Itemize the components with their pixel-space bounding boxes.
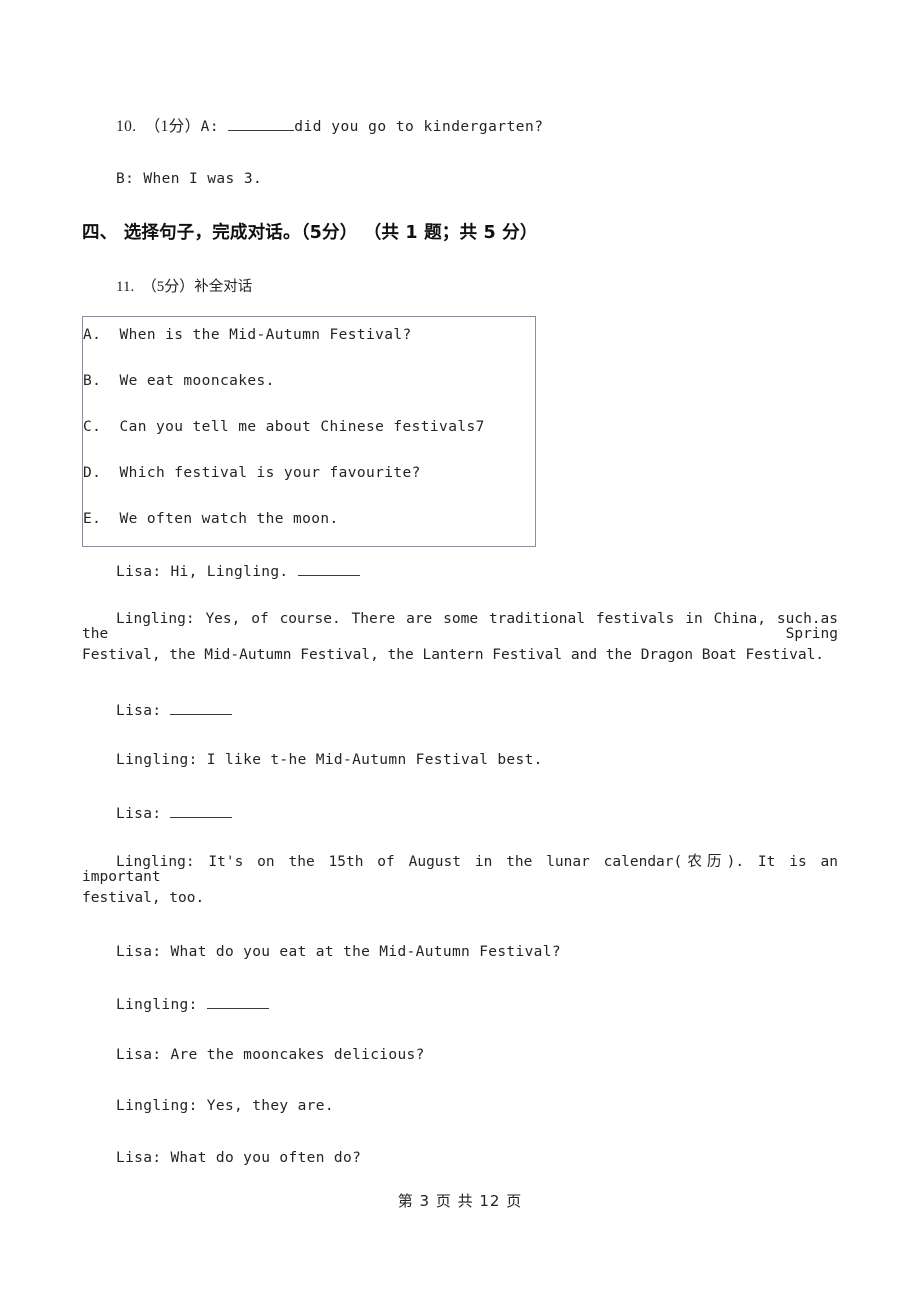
dialogue-line-3-text: Lisa: <box>116 703 171 719</box>
page-footer: 第 3 页 共 12 页 <box>397 1192 523 1210</box>
dialogue-line-5: Lisa: <box>116 804 233 822</box>
dialogue-line-1: Lisa: Hi, Lingling. <box>116 562 360 580</box>
dialogue-line-3: Lisa: <box>116 701 233 719</box>
option-b[interactable]: B. We eat mooncakes. <box>83 373 275 389</box>
dialogue-blank-2[interactable] <box>170 701 233 715</box>
dialogue-line-6b: festival, too. <box>82 890 205 906</box>
question-10-line: 10. （1分）A: did you go to kindergarten? <box>116 117 544 135</box>
question-10-marks: （1分） <box>152 118 201 135</box>
question-10-answer-blank[interactable] <box>228 117 295 131</box>
dialogue-line-1-text: Lisa: Hi, Lingling. <box>116 564 298 580</box>
dialogue-line-11: Lisa: What do you often do? <box>116 1150 362 1166</box>
dialogue-line-6a: Lingling: It's on the 15th of August in … <box>82 854 847 885</box>
question-11-spacer <box>134 279 149 295</box>
dialogue-line-9: Lisa: Are the mooncakes delicious? <box>116 1047 425 1063</box>
question-11-line: 11. （5分）补全对话 <box>116 275 252 296</box>
section-heading-four: 四、 选择句子，完成对话。（5分） （共 1 题；共 5 分） <box>82 223 538 243</box>
option-e[interactable]: E. We often watch the moon. <box>83 511 339 527</box>
dialogue-line-2a: Lingling: Yes, of course. There are some… <box>82 611 847 642</box>
option-c[interactable]: C. Can you tell me about Chinese festiva… <box>83 419 485 435</box>
question-11-marks: （5分） <box>149 279 195 295</box>
dialogue-blank-3[interactable] <box>170 804 233 818</box>
question-11-title: 补全对话 <box>194 279 253 295</box>
dialogue-line-8: Lingling: <box>116 995 269 1013</box>
dialogue-blank-1[interactable] <box>297 562 360 576</box>
dialogue-line-2b: Festival, the Mid-Autumn Festival, the L… <box>82 647 825 663</box>
dialogue-line-5-text: Lisa: <box>116 806 171 822</box>
question-10-number: 10. <box>116 118 137 135</box>
question-11-number: 11. <box>116 279 135 295</box>
option-d[interactable]: D. Which festival is your favourite? <box>83 465 421 481</box>
dialogue-blank-4[interactable] <box>206 995 269 1009</box>
question-10-spacer <box>137 118 153 135</box>
dialogue-line-7: Lisa: What do you eat at the Mid-Autumn … <box>116 944 561 960</box>
question-10-prompt-text: did you go to kindergarten? <box>294 119 544 135</box>
options-box: A. When is the Mid-Autumn Festival? B. W… <box>82 316 536 547</box>
dialogue-line-10: Lingling: Yes, they are. <box>116 1098 334 1114</box>
question-10-prompt-prefix: A: <box>200 119 229 135</box>
exam-page: 10. （1分）A: did you go to kindergarten? B… <box>0 0 920 1302</box>
option-a[interactable]: A. When is the Mid-Autumn Festival? <box>83 327 412 343</box>
dialogue-line-4: Lingling: I like t-he Mid-Autumn Festiva… <box>116 752 543 768</box>
question-10-answer-line: B: When I was 3. <box>116 171 263 187</box>
dialogue-line-8-text: Lingling: <box>116 997 207 1013</box>
